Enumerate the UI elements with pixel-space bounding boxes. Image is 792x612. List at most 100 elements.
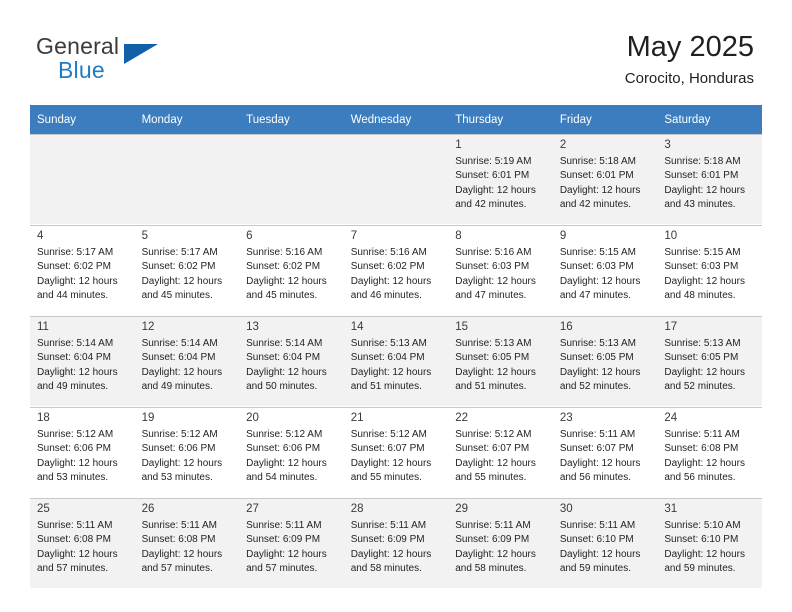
daylight-text-line2: and 44 minutes. (37, 289, 109, 301)
day-details: Sunrise: 5:11 AM Sunset: 6:09 PM Daylight:… (246, 519, 338, 576)
sunrise-text: Sunrise: 5:13 AM (559, 338, 636, 349)
day-number: 11 (37, 321, 49, 333)
daylight-text-line1: Daylight: 12 hours (246, 366, 327, 378)
calendar-cell: 29 Sunrise: 5:11 AM Sunset: 6:09 PM Dayligh… (448, 497, 553, 589)
calendar-day-cell[interactable]: 11 Sunrise: 5:14 AM Sunset: 6:04 PM Dayligh… (30, 316, 135, 406)
sunset-text: Sunset: 6:07 PM (455, 443, 530, 455)
calendar-day-cell[interactable]: 18 Sunrise: 5:12 AM Sunset: 6:06 PM Dayligh… (30, 407, 135, 497)
calendar-day-cell[interactable]: 26 Sunrise: 5:11 AM Sunset: 6:08 PM Dayligh… (134, 498, 240, 588)
calendar-day-cell-empty (134, 134, 240, 224)
calendar-day-cell[interactable]: 31 Sunrise: 5:10 AM Sunset: 6:10 PM Dayligh… (657, 498, 762, 588)
daylight-text-line1: Daylight: 12 hours (559, 457, 641, 469)
daylight-text-line2: and 47 minutes. (559, 289, 631, 301)
calendar-day-cell[interactable]: 30 Sunrise: 5:11 AM Sunset: 6:10 PM Dayligh… (552, 498, 658, 588)
calendar-day-cell[interactable]: 13 Sunrise: 5:14 AM Sunset: 6:04 PM Dayligh… (239, 316, 344, 406)
day-number: 22 (455, 412, 469, 424)
weekday-header-wednesday: Wednesday (343, 105, 449, 134)
sunrise-text: Sunrise: 5:11 AM (559, 520, 636, 531)
calendar-cell (134, 134, 240, 225)
sunrise-text: Sunrise: 5:14 AM (246, 338, 323, 349)
calendar-cell (343, 134, 449, 225)
daylight-text-line1: Daylight: 12 hours (141, 457, 223, 469)
day-details: Sunrise: 5:17 AM Sunset: 6:02 PM Daylight:… (37, 246, 129, 303)
calendar-cell: 11 Sunrise: 5:14 AM Sunset: 6:04 PM Dayligh… (30, 315, 135, 407)
day-number: 27 (246, 503, 259, 515)
calendar-day-cell[interactable]: 14 Sunrise: 5:13 AM Sunset: 6:04 PM Dayligh… (343, 316, 449, 406)
sunrise-text: Sunrise: 5:12 AM (455, 429, 532, 440)
sunset-text: Sunset: 6:09 PM (350, 534, 425, 546)
daylight-text-line1: Daylight: 12 hours (37, 275, 118, 287)
day-details: Sunrise: 5:12 AM Sunset: 6:06 PM Daylight:… (246, 428, 338, 485)
daylight-text-line2: and 59 minutes. (559, 562, 631, 574)
calendar-day-cell[interactable]: 10 Sunrise: 5:15 AM Sunset: 6:03 PM Dayligh… (657, 225, 762, 315)
sunrise-text: Sunrise: 5:11 AM (141, 520, 217, 531)
calendar-day-cell[interactable]: 15 Sunrise: 5:13 AM Sunset: 6:05 PM Dayligh… (448, 316, 553, 406)
day-number: 31 (664, 503, 678, 515)
sunrise-text: Sunrise: 5:13 AM (350, 338, 427, 349)
day-number: 14 (350, 321, 364, 333)
calendar-day-cell[interactable]: 5 Sunrise: 5:17 AM Sunset: 6:02 PM Daylight… (134, 225, 240, 315)
day-details: Sunrise: 5:11 AM Sunset: 6:08 PM Daylight:… (142, 519, 234, 576)
sunset-text: Sunset: 6:06 PM (246, 443, 321, 455)
calendar-day-cell[interactable]: 3 Sunrise: 5:18 AM Sunset: 6:01 PM Daylight… (657, 134, 762, 224)
daylight-text-line1: Daylight: 12 hours (37, 457, 118, 469)
sunrise-text: Sunrise: 5:13 AM (455, 338, 532, 349)
daylight-text-line1: Daylight: 12 hours (455, 548, 536, 560)
calendar-day-cell[interactable]: 16 Sunrise: 5:13 AM Sunset: 6:05 PM Dayligh… (552, 316, 658, 406)
calendar-cell: 25 Sunrise: 5:11 AM Sunset: 6:08 PM Dayligh… (30, 497, 135, 589)
calendar-day-cell[interactable]: 27 Sunrise: 5:11 AM Sunset: 6:09 PM Dayligh… (239, 498, 344, 588)
calendar-day-cell[interactable]: 2 Sunrise: 5:18 AM Sunset: 6:01 PM Daylight… (552, 134, 658, 224)
calendar-week-row: 4 Sunrise: 5:17 AM Sunset: 6:02 PM Daylight… (30, 224, 762, 316)
daylight-text-line2: and 59 minutes. (664, 562, 736, 574)
calendar-day-cell[interactable]: 4 Sunrise: 5:17 AM Sunset: 6:02 PM Daylight… (30, 225, 135, 315)
calendar-day-cell[interactable]: 23 Sunrise: 5:11 AM Sunset: 6:07 PM Dayligh… (552, 407, 658, 497)
calendar-day-cell[interactable]: 6 Sunrise: 5:16 AM Sunset: 6:02 PM Daylight… (239, 225, 344, 315)
sunset-text: Sunset: 6:07 PM (559, 443, 634, 455)
daylight-text-line1: Daylight: 12 hours (246, 457, 327, 469)
title-block: May 2025 Corocito, Honduras (625, 30, 754, 88)
calendar-day-cell[interactable]: 24 Sunrise: 5:11 AM Sunset: 6:08 PM Dayligh… (657, 407, 762, 497)
calendar-cell: 28 Sunrise: 5:11 AM Sunset: 6:09 PM Dayligh… (343, 497, 449, 589)
daylight-text-line2: and 50 minutes. (246, 380, 318, 392)
brand-logo[interactable]: General Blue (36, 33, 236, 89)
daylight-text-line2: and 55 minutes. (455, 471, 527, 483)
day-number: 3 (664, 139, 671, 151)
sunset-text: Sunset: 6:04 PM (37, 352, 111, 364)
calendar-day-cell[interactable]: 28 Sunrise: 5:11 AM Sunset: 6:09 PM Dayligh… (343, 498, 449, 588)
calendar-day-cell[interactable]: 22 Sunrise: 5:12 AM Sunset: 6:07 PM Dayligh… (448, 407, 553, 497)
calendar-cell: 10 Sunrise: 5:15 AM Sunset: 6:03 PM Dayligh… (657, 224, 762, 316)
daylight-text-line2: and 57 minutes. (37, 562, 109, 574)
calendar-cell: 13 Sunrise: 5:14 AM Sunset: 6:04 PM Dayligh… (239, 315, 344, 407)
sunset-text: Sunset: 6:09 PM (455, 534, 530, 546)
day-details: Sunrise: 5:11 AM Sunset: 6:09 PM Daylight:… (455, 519, 547, 576)
calendar-day-cell[interactable]: 8 Sunrise: 5:16 AM Sunset: 6:03 PM Daylight… (448, 225, 553, 315)
brand-triangle-icon (124, 44, 158, 64)
calendar-cell: 12 Sunrise: 5:14 AM Sunset: 6:04 PM Dayligh… (134, 315, 240, 407)
daylight-text-line1: Daylight: 12 hours (141, 275, 223, 287)
calendar-day-cell[interactable]: 12 Sunrise: 5:14 AM Sunset: 6:04 PM Dayligh… (134, 316, 240, 406)
day-details: Sunrise: 5:14 AM Sunset: 6:04 PM Daylight:… (246, 337, 338, 394)
daylight-text-line2: and 43 minutes. (664, 198, 736, 210)
day-number: 8 (455, 230, 462, 242)
calendar-day-cell[interactable]: 29 Sunrise: 5:11 AM Sunset: 6:09 PM Dayligh… (448, 498, 553, 588)
daylight-text-line1: Daylight: 12 hours (559, 366, 641, 378)
sunrise-text: Sunrise: 5:15 AM (559, 247, 636, 258)
calendar-cell: 3 Sunrise: 5:18 AM Sunset: 6:01 PM Daylight… (657, 134, 762, 225)
calendar-cell: 23 Sunrise: 5:11 AM Sunset: 6:07 PM Dayligh… (552, 406, 658, 498)
sunset-text: Sunset: 6:08 PM (664, 443, 739, 455)
calendar-day-cell[interactable]: 1 Sunrise: 5:19 AM Sunset: 6:01 PM Daylight… (448, 134, 553, 224)
daylight-text-line1: Daylight: 12 hours (37, 366, 118, 378)
day-details: Sunrise: 5:11 AM Sunset: 6:10 PM Daylight:… (560, 519, 652, 576)
calendar-day-cell[interactable]: 9 Sunrise: 5:15 AM Sunset: 6:03 PM Daylight… (552, 225, 658, 315)
calendar-day-cell[interactable]: 19 Sunrise: 5:12 AM Sunset: 6:06 PM Dayligh… (134, 407, 240, 497)
calendar-day-cell[interactable]: 17 Sunrise: 5:13 AM Sunset: 6:05 PM Dayligh… (657, 316, 762, 406)
calendar-day-cell[interactable]: 25 Sunrise: 5:11 AM Sunset: 6:08 PM Dayligh… (30, 498, 135, 588)
sunrise-text: Sunrise: 5:11 AM (246, 520, 322, 531)
daylight-text-line1: Daylight: 12 hours (664, 548, 745, 560)
calendar-cell (239, 134, 344, 225)
calendar-cell: 31 Sunrise: 5:10 AM Sunset: 6:10 PM Dayligh… (657, 497, 762, 589)
sunset-text: Sunset: 6:05 PM (559, 352, 634, 364)
calendar-day-cell[interactable]: 20 Sunrise: 5:12 AM Sunset: 6:06 PM Dayligh… (239, 407, 344, 497)
calendar-day-cell[interactable]: 21 Sunrise: 5:12 AM Sunset: 6:07 PM Dayligh… (343, 407, 449, 497)
calendar-day-cell[interactable]: 7 Sunrise: 5:16 AM Sunset: 6:02 PM Daylight… (343, 225, 449, 315)
